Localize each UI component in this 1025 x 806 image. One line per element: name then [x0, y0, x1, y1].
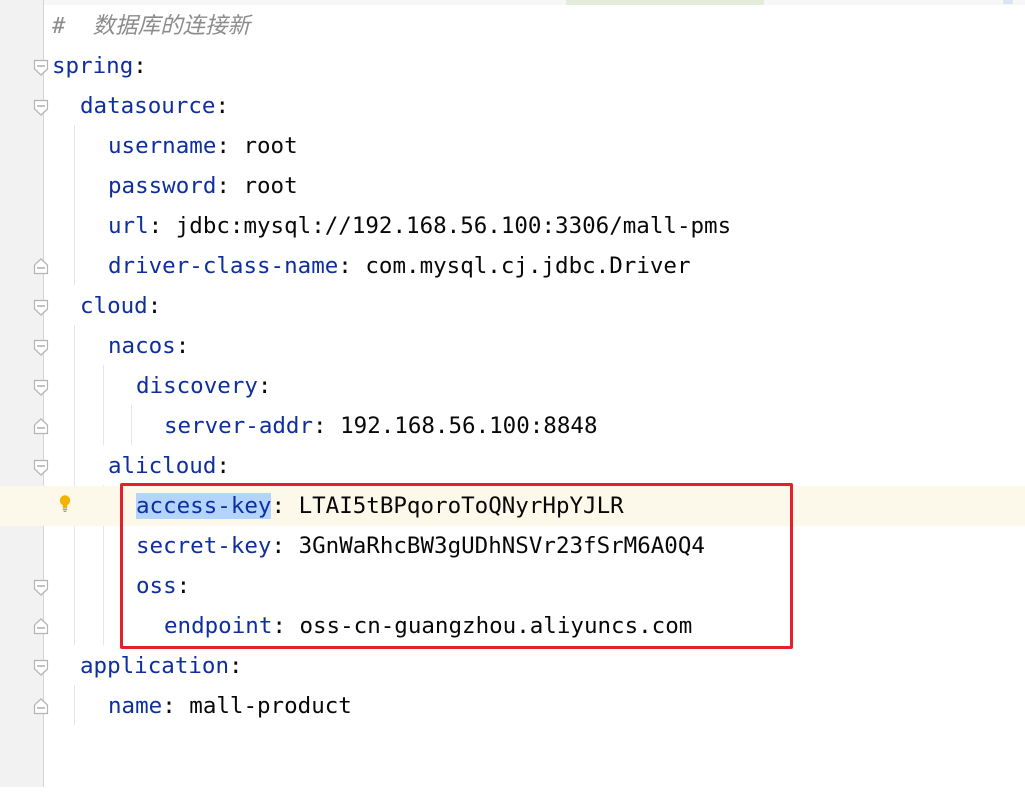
fold-close-icon[interactable]: [33, 697, 49, 715]
yaml-key: name: [108, 693, 163, 719]
yaml-key: server-addr: [164, 413, 314, 439]
yaml-separator: :: [313, 413, 341, 439]
code-line[interactable]: nacos:: [0, 326, 1025, 366]
yaml-key: url: [108, 213, 149, 239]
yaml-value: jdbc:mysql://192.168.56.100:3306/mall-pm…: [175, 213, 732, 239]
fold-close-icon[interactable]: [33, 417, 49, 435]
yaml-separator: :: [175, 333, 190, 359]
code-line[interactable]: alicloud:: [0, 446, 1025, 486]
fold-open-icon[interactable]: [33, 299, 49, 317]
yaml-key: spring: [52, 53, 134, 79]
fold-open-icon[interactable]: [33, 459, 49, 477]
code-line[interactable]: server-addr: 192.168.56.100:8848: [0, 406, 1025, 446]
code-line[interactable]: driver-class-name: com.mysql.cj.jdbc.Dri…: [0, 246, 1025, 286]
yaml-value: mall-product: [189, 693, 352, 719]
yaml-separator: :: [338, 253, 366, 279]
code-line[interactable]: name: mall-product: [0, 686, 1025, 726]
yaml-separator: :: [147, 293, 162, 319]
yaml-key: application: [80, 653, 230, 679]
yaml-separator: :: [216, 173, 244, 199]
yaml-key: discovery: [136, 373, 258, 399]
code-line[interactable]: password: root: [0, 166, 1025, 206]
yaml-separator: :: [229, 653, 243, 679]
fold-open-icon[interactable]: [33, 59, 49, 77]
yaml-key: username: [108, 133, 217, 159]
yaml-key: password: [108, 173, 217, 199]
yaml-key: datasource: [80, 93, 216, 119]
code-line[interactable]: cloud:: [0, 286, 1025, 326]
yaml-key: driver-class-name: [108, 253, 339, 279]
yaml-separator: :: [162, 693, 190, 719]
fold-open-icon[interactable]: [33, 99, 49, 117]
yaml-key: alicloud: [108, 453, 217, 479]
code-line[interactable]: spring:: [0, 46, 1025, 86]
yaml-key: cloud: [80, 293, 148, 319]
fold-close-icon[interactable]: [33, 617, 49, 635]
yaml-comment: # 数据库的连接新: [52, 13, 251, 39]
yaml-separator: :: [257, 373, 272, 399]
yaml-separator: :: [148, 213, 176, 239]
yaml-separator: :: [216, 133, 244, 159]
code-line[interactable]: username: root: [0, 126, 1025, 166]
yaml-separator: :: [216, 453, 230, 479]
yaml-value: root: [243, 173, 298, 199]
code-line[interactable]: # 数据库的连接新: [0, 6, 1025, 46]
code-line[interactable]: discovery:: [0, 366, 1025, 406]
code-editor[interactable]: # 数据库的连接新 spring: datasource: username: …: [0, 0, 1025, 787]
yaml-separator: :: [215, 93, 230, 119]
code-line[interactable]: application:: [0, 646, 1025, 686]
intention-bulb-icon[interactable]: [58, 494, 72, 514]
fold-open-icon[interactable]: [33, 579, 49, 597]
annotation-highlight-box: [120, 483, 793, 649]
fold-open-icon[interactable]: [33, 379, 49, 397]
fold-open-icon[interactable]: [33, 659, 49, 677]
yaml-value: 192.168.56.100:8848: [340, 413, 598, 439]
yaml-value: root: [243, 133, 298, 159]
code-line[interactable]: url: jdbc:mysql://192.168.56.100:3306/ma…: [0, 206, 1025, 246]
fold-close-icon[interactable]: [33, 257, 49, 275]
yaml-value: com.mysql.cj.jdbc.Driver: [365, 253, 691, 279]
yaml-separator: :: [133, 53, 147, 79]
code-line[interactable]: datasource:: [0, 86, 1025, 126]
fold-open-icon[interactable]: [33, 339, 49, 357]
yaml-key: nacos: [108, 333, 176, 359]
